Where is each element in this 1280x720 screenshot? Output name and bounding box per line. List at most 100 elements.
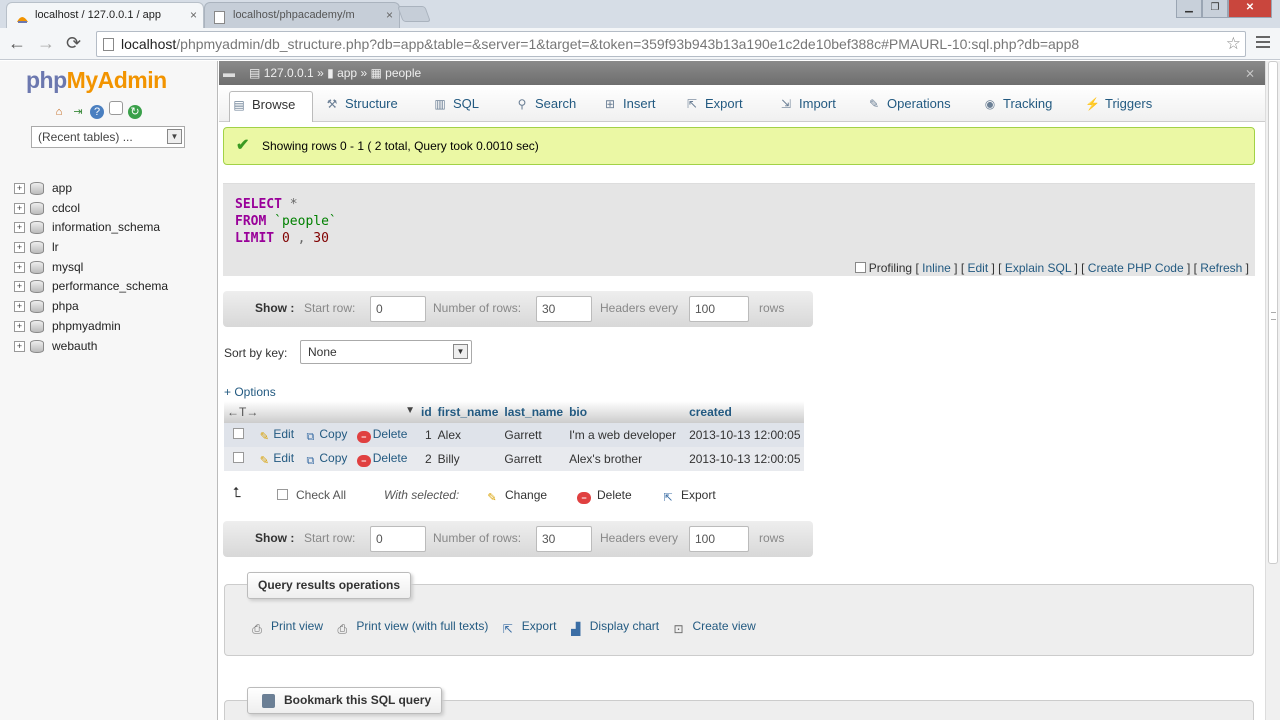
reload-navigation-icon[interactable]: ↻: [128, 105, 142, 119]
tab-structure[interactable]: ⚒ Structure: [323, 91, 398, 122]
scrollbar-thumb[interactable]: [1268, 61, 1278, 564]
column-resize-header[interactable]: ←T→ ▼: [224, 401, 418, 423]
check-all-checkbox[interactable]: Check All: [277, 488, 346, 502]
expand-icon[interactable]: +: [14, 281, 25, 293]
tab-import[interactable]: ⇲ Import: [777, 91, 836, 122]
number-of-rows-input[interactable]: 30: [536, 296, 592, 322]
db-item-app[interactable]: + app: [14, 179, 168, 199]
breadcrumb-database[interactable]: app: [337, 66, 357, 80]
phpmyadmin-logo[interactable]: phpMyAdmin: [26, 67, 167, 94]
tab-operations[interactable]: ✎ Operations: [865, 91, 951, 122]
inline-edit-link[interactable]: Inline: [922, 261, 951, 275]
cell-first-name[interactable]: Alex: [434, 423, 502, 447]
browser-tab-phpmyadmin[interactable]: localhost / 127.0.0.1 / app ×: [6, 2, 204, 28]
headers-every-input[interactable]: 100: [689, 296, 749, 322]
start-row-input[interactable]: 0: [370, 526, 426, 552]
db-item-lr[interactable]: + lr: [14, 238, 168, 258]
forward-arrow-icon[interactable]: →: [37, 33, 55, 53]
column-header-last-name[interactable]: last_name: [501, 401, 567, 423]
create-php-code-link[interactable]: Create PHP Code: [1088, 261, 1184, 275]
close-panel-icon[interactable]: ⨯: [1245, 61, 1255, 85]
headers-every-input[interactable]: 100: [689, 526, 749, 552]
restore-button[interactable]: ❐: [1202, 0, 1228, 18]
copy-row-button[interactable]: ⧉ Copy: [303, 451, 347, 467]
expand-icon[interactable]: +: [14, 202, 25, 214]
tab-triggers[interactable]: ⚡ Triggers: [1083, 91, 1152, 122]
tab-search[interactable]: ⚲ Search: [513, 91, 577, 122]
explain-sql-link[interactable]: Explain SQL: [1005, 261, 1071, 275]
db-item-cdcol[interactable]: + cdcol: [14, 199, 168, 219]
expand-icon[interactable]: +: [14, 222, 25, 234]
number-of-rows-input[interactable]: 30: [536, 526, 592, 552]
db-item-performance-schema[interactable]: + performance_schema: [14, 277, 168, 297]
cell-first-name[interactable]: Billy: [434, 447, 502, 471]
recent-tables-select[interactable]: (Recent tables) ... ▼: [31, 126, 185, 148]
tab-tracking[interactable]: ◉ Tracking: [981, 91, 1053, 122]
close-tab-icon[interactable]: ×: [190, 3, 197, 27]
tab-export[interactable]: ⇱ Export: [683, 91, 743, 122]
start-row-input[interactable]: 0: [370, 296, 426, 322]
browser-tab-phpacademy[interactable]: localhost/phpacademy/m ×: [204, 2, 400, 28]
expand-icon[interactable]: +: [14, 183, 25, 194]
column-header-first-name[interactable]: first_name: [434, 401, 502, 423]
print-view-link[interactable]: ⎙ Print view: [249, 619, 323, 636]
row-checkbox[interactable]: [233, 452, 244, 463]
bookmark-star-icon[interactable]: ☆: [1226, 34, 1241, 54]
edit-row-button[interactable]: ✎ Edit: [257, 427, 294, 443]
cell-created[interactable]: 2013-10-13 12:00:05: [686, 423, 804, 447]
logout-icon[interactable]: ⇥: [71, 105, 85, 119]
url-text[interactable]: localhost/phpmyadmin/db_structure.php?db…: [121, 36, 1221, 52]
page-scrollbar[interactable]: [1265, 61, 1280, 720]
tab-browse[interactable]: ▤ Browse: [229, 91, 313, 122]
options-link[interactable]: + Options: [224, 385, 276, 399]
sql-query-text[interactable]: SELECT * FROM `people` LIMIT 0 , 30: [235, 196, 337, 247]
copy-row-button[interactable]: ⧉ Copy: [303, 427, 347, 443]
cell-bio[interactable]: I'm a web developer: [566, 423, 687, 447]
query-window-icon[interactable]: ?: [90, 105, 104, 119]
export-selected-button[interactable]: ⇱ Export: [661, 488, 715, 504]
db-item-phpmyadmin[interactable]: + phpmyadmin: [14, 317, 168, 337]
edit-link[interactable]: Edit: [967, 261, 988, 275]
new-tab-button[interactable]: [397, 6, 431, 22]
tab-insert[interactable]: ⊞ Insert: [601, 91, 656, 122]
tab-sql[interactable]: ▥ SQL: [431, 91, 479, 122]
collapse-navigation-icon[interactable]: ▬: [223, 61, 237, 85]
expand-icon[interactable]: +: [14, 320, 25, 332]
cell-last-name[interactable]: Garrett: [501, 423, 567, 447]
column-header-id[interactable]: id: [418, 401, 435, 423]
cell-id[interactable]: 1: [418, 423, 435, 447]
delete-selected-button[interactable]: − Delete: [577, 488, 632, 504]
export-link[interactable]: ⇱ Export: [500, 619, 557, 636]
db-item-information-schema[interactable]: + information_schema: [14, 218, 168, 238]
row-checkbox[interactable]: [233, 428, 244, 439]
close-tab-icon[interactable]: ×: [386, 3, 393, 27]
create-view-link[interactable]: ⊡ Create view: [670, 619, 755, 636]
cell-bio[interactable]: Alex's brother: [566, 447, 687, 471]
db-item-phpa[interactable]: + phpa: [14, 297, 168, 317]
column-header-created[interactable]: created: [686, 401, 804, 423]
edit-row-button[interactable]: ✎ Edit: [257, 451, 294, 467]
back-arrow-icon[interactable]: ←: [8, 33, 26, 53]
cell-id[interactable]: 2: [418, 447, 435, 471]
column-header-bio[interactable]: bio: [566, 401, 687, 423]
delete-row-button[interactable]: − Delete: [356, 427, 407, 443]
browser-menu-icon[interactable]: [1256, 36, 1270, 50]
sort-by-key-select[interactable]: None ▼: [300, 340, 472, 364]
expand-icon[interactable]: +: [14, 340, 25, 352]
close-window-button[interactable]: ✕: [1228, 0, 1272, 18]
display-chart-link[interactable]: ▟ Display chart: [568, 619, 659, 636]
reload-icon[interactable]: ⟳: [66, 33, 81, 53]
breadcrumb-table[interactable]: people: [385, 66, 421, 80]
profiling-checkbox[interactable]: [854, 262, 866, 273]
minimize-button[interactable]: ▁: [1176, 0, 1202, 18]
cell-created[interactable]: 2013-10-13 12:00:05: [686, 447, 804, 471]
refresh-link[interactable]: Refresh: [1200, 261, 1242, 275]
cell-last-name[interactable]: Garrett: [501, 447, 567, 471]
db-item-mysql[interactable]: + mysql: [14, 258, 168, 278]
home-icon[interactable]: ⌂: [52, 105, 66, 119]
delete-row-button[interactable]: − Delete: [356, 451, 407, 467]
documentation-icon[interactable]: [109, 101, 123, 115]
breadcrumb-server[interactable]: 127.0.0.1: [264, 66, 314, 80]
address-bar[interactable]: localhost/phpmyadmin/db_structure.php?db…: [96, 31, 1246, 57]
column-arrows-icon[interactable]: ←T→: [227, 405, 258, 419]
